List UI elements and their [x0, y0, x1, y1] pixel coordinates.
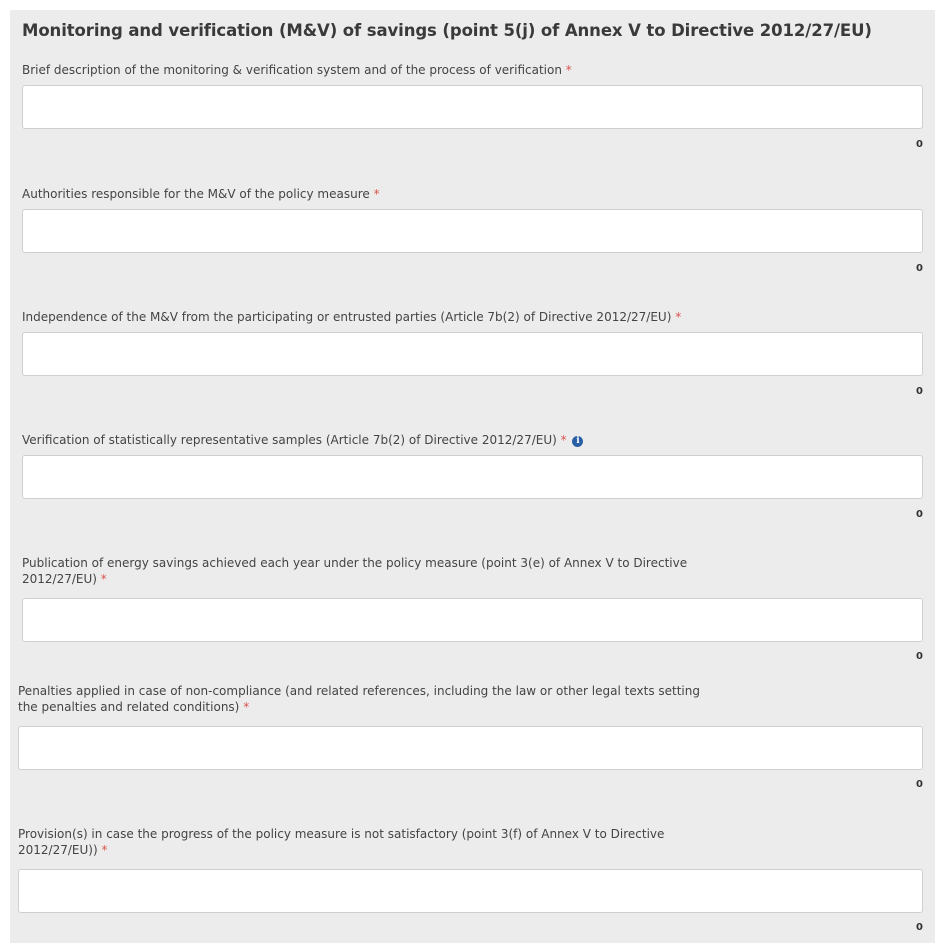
field-label-line2: the penalties and related conditions) *	[18, 700, 250, 714]
required-marker: *	[560, 433, 567, 447]
savings-publication-input[interactable]	[22, 598, 923, 642]
required-marker: *	[565, 63, 572, 77]
char-counter: 0	[916, 651, 923, 662]
required-marker: *	[243, 700, 250, 714]
field-mv-description: Brief description of the monitoring & ve…	[22, 62, 923, 157]
field-label-line1: Penalties applied in case of non-complia…	[18, 684, 700, 698]
field-statistical-samples: Verification of statistically representa…	[22, 432, 923, 527]
char-counter: 0	[916, 139, 923, 150]
field-label-line2: 2012/27/EU)) *	[18, 843, 108, 857]
statistical-samples-input[interactable]	[22, 455, 923, 499]
char-counter: 0	[916, 263, 923, 274]
progress-provisions-input[interactable]	[18, 869, 923, 913]
field-label-line1: Provision(s) in case the progress of the…	[18, 827, 665, 841]
field-label: Authorities responsible for the M&V of t…	[22, 187, 380, 201]
required-marker: *	[675, 310, 682, 324]
char-counter: 0	[916, 779, 923, 790]
field-label: Brief description of the monitoring & ve…	[22, 63, 572, 77]
mv-description-input[interactable]	[22, 85, 923, 129]
field-mv-independence: Independence of the M&V from the partici…	[22, 309, 923, 404]
field-label: Independence of the M&V from the partici…	[22, 310, 682, 324]
char-counter: 0	[916, 386, 923, 397]
required-marker: *	[100, 572, 107, 586]
mv-section-panel: Monitoring and verification (M&V) of sav…	[10, 10, 935, 943]
required-marker: *	[373, 187, 380, 201]
info-icon[interactable]: i	[572, 436, 584, 447]
char-counter: 0	[916, 922, 923, 933]
required-marker: *	[101, 843, 108, 857]
char-counter: 0	[916, 509, 923, 520]
field-progress-provisions: Provision(s) in case the progress of the…	[18, 826, 923, 941]
field-label-line2: 2012/27/EU) *	[22, 572, 107, 586]
section-title: Monitoring and verification (M&V) of sav…	[22, 21, 872, 40]
field-penalties: Penalties applied in case of non-complia…	[18, 683, 923, 793]
field-label-line1: Publication of energy savings achieved e…	[22, 556, 688, 570]
penalties-input[interactable]	[18, 726, 923, 770]
mv-independence-input[interactable]	[22, 332, 923, 376]
field-label: Verification of statistically representa…	[22, 432, 923, 448]
field-mv-authorities: Authorities responsible for the M&V of t…	[22, 186, 923, 281]
field-savings-publication: Publication of energy savings achieved e…	[22, 555, 923, 665]
mv-authorities-input[interactable]	[22, 209, 923, 253]
